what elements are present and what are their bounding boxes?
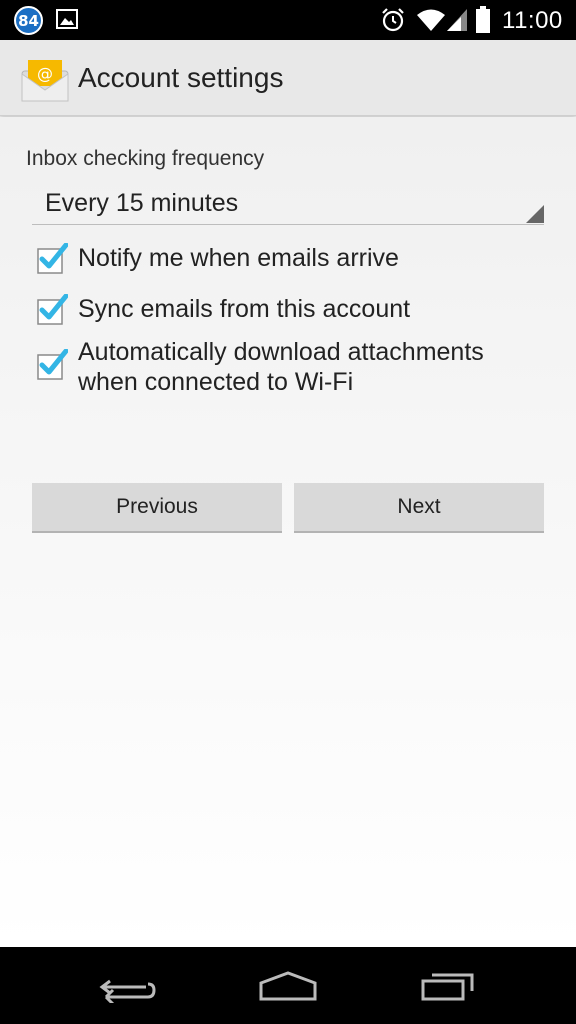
- download-attachments-label-line1: Automatically download attachments: [78, 338, 484, 366]
- download-attachments-checkbox[interactable]: [36, 349, 68, 381]
- page-title: Account settings: [78, 62, 284, 93]
- email-app-icon: @: [21, 60, 69, 102]
- settings-content: Inbox checking frequency Every 15 minute…: [0, 117, 576, 947]
- back-icon[interactable]: [98, 973, 158, 1003]
- alarm-icon: [382, 8, 404, 32]
- home-icon[interactable]: [258, 971, 318, 1001]
- signal-icon: [447, 9, 467, 31]
- download-attachments-option[interactable]: Automatically download attachments when …: [36, 337, 556, 401]
- download-attachments-label-line2: when connected to Wi-Fi: [78, 368, 354, 396]
- status-clock: 11:00: [502, 7, 563, 34]
- download-attachments-label: Automatically download attachments when …: [78, 337, 484, 397]
- frequency-spinner-value: Every 15 minutes: [45, 189, 239, 217]
- battery-icon: [476, 6, 490, 33]
- previous-button[interactable]: Previous: [32, 483, 282, 533]
- sync-label: Sync emails from this account: [78, 295, 411, 323]
- status-bar: 84 11:00: [0, 0, 576, 40]
- navigation-bar: [0, 947, 576, 1024]
- spinner-arrow-icon: [526, 205, 544, 223]
- sync-checkbox[interactable]: [36, 294, 68, 326]
- notification-count-badge: 84: [14, 6, 43, 35]
- notify-option[interactable]: Notify me when emails arrive: [36, 241, 556, 277]
- notify-checkbox[interactable]: [36, 243, 68, 275]
- gallery-icon: [56, 9, 78, 29]
- wifi-icon: [417, 9, 445, 31]
- next-button[interactable]: Next: [294, 483, 544, 533]
- recent-apps-icon[interactable]: [420, 969, 476, 1001]
- frequency-label: Inbox checking frequency: [26, 147, 265, 170]
- notify-label: Notify me when emails arrive: [78, 244, 399, 272]
- svg-text:@: @: [37, 64, 53, 83]
- sync-option[interactable]: Sync emails from this account: [36, 292, 556, 328]
- frequency-spinner[interactable]: Every 15 minutes: [32, 183, 544, 225]
- action-bar: @ Account settings: [0, 40, 576, 116]
